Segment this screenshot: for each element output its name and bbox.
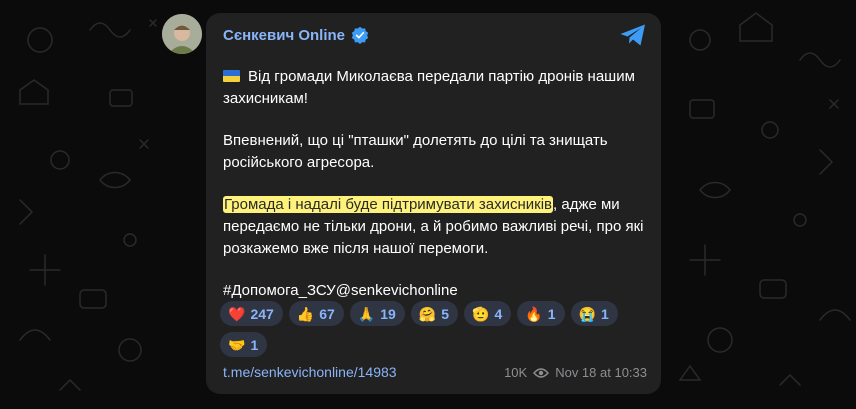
post-datetime[interactable]: Nov 18 at 10:33 xyxy=(555,365,647,380)
reaction-fire[interactable]: 🔥 1 xyxy=(517,301,565,326)
paragraph-1: Від громади Миколаєва передали партію др… xyxy=(223,68,635,107)
folded-hands-icon: 🙏 xyxy=(357,305,376,322)
reaction-count: 1 xyxy=(547,305,556,322)
reaction-hugging-face[interactable]: 🤗 5 xyxy=(410,301,459,326)
avatar-portrait-icon xyxy=(162,14,202,54)
eye-icon xyxy=(533,367,550,378)
paragraph-2: Впевнений, що ці "пташки" долетять до ці… xyxy=(223,132,608,171)
highlighted-text: Громада і надалі буде підтримувати захис… xyxy=(223,196,554,213)
reaction-count: 19 xyxy=(380,305,396,322)
thumbs-up-icon: 👍 xyxy=(296,305,315,322)
channel-avatar[interactable] xyxy=(162,14,202,54)
reaction-red-heart[interactable]: ❤️ 247 xyxy=(220,301,283,326)
reaction-count: 67 xyxy=(319,305,335,322)
reaction-thumbs-up[interactable]: 👍 67 xyxy=(288,301,344,326)
view-count: 10K xyxy=(504,365,528,380)
ukraine-flag-icon xyxy=(223,70,240,82)
red-heart-icon: ❤️ xyxy=(228,305,246,322)
reaction-crying-face[interactable]: 😭 1 xyxy=(570,301,618,326)
reaction-count: 247 xyxy=(250,305,274,322)
reaction-saluting-face[interactable]: 🫡 4 xyxy=(464,301,512,326)
reaction-count: 1 xyxy=(250,336,259,353)
channel-header[interactable]: Сєнкевич Online xyxy=(223,26,369,44)
telegram-logo-icon[interactable] xyxy=(619,23,647,47)
fire-icon: 🔥 xyxy=(525,305,543,322)
reaction-count: 1 xyxy=(600,305,609,322)
post-meta: 10K Nov 18 at 10:33 xyxy=(504,365,647,380)
reaction-count: 4 xyxy=(494,305,503,322)
hugging-face-icon: 🤗 xyxy=(418,305,437,322)
reactions-bar: ❤️ 247 👍 67 🙏 19 🤗 5 🫡 4 🔥 1 😭 1 🤝 1 xyxy=(220,301,640,357)
verified-badge-icon xyxy=(351,26,369,44)
post-link[interactable]: t.me/senkevichonline/14983 xyxy=(223,364,397,380)
reaction-handshake[interactable]: 🤝 1 xyxy=(220,332,268,357)
post-bubble: Сєнкевич Online Від громади Миколаєва пе… xyxy=(206,13,661,394)
reaction-folded-hands[interactable]: 🙏 19 xyxy=(349,301,405,326)
channel-name[interactable]: Сєнкевич Online xyxy=(223,27,345,44)
hashtags[interactable]: #Допомога_ЗСУ@senkevichonline xyxy=(223,280,653,302)
post-text: Від громади Миколаєва передали партію др… xyxy=(223,66,653,302)
handshake-icon: 🤝 xyxy=(228,336,246,353)
saluting-face-icon: 🫡 xyxy=(472,305,490,322)
reaction-count: 5 xyxy=(441,305,450,322)
crying-face-icon: 😭 xyxy=(578,305,596,322)
